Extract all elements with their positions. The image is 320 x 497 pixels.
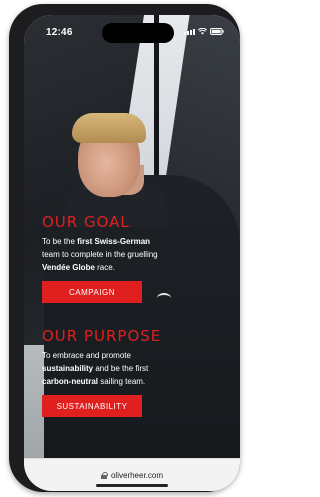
url-bar[interactable]: oliverheer.com <box>24 458 240 491</box>
goal-section: OUR GOAL To be the first Swiss-German te… <box>42 215 192 303</box>
battery-icon <box>210 28 224 35</box>
wifi-icon <box>198 28 207 35</box>
campaign-button[interactable]: CAMPAIGN <box>42 281 142 303</box>
sustainability-button[interactable]: SUSTAINABILITY <box>42 395 142 417</box>
purpose-description: To embrace and promote sustainability an… <box>42 351 149 386</box>
signal-icon <box>184 29 195 35</box>
url-text: oliverheer.com <box>110 470 164 480</box>
goal-description: To be the first Swiss-German team to com… <box>42 237 158 272</box>
status-bar: 12:46 <box>24 15 240 49</box>
dynamic-island <box>102 23 174 43</box>
screen: 12:46 OUR GOAL To be the first Swiss-Ger… <box>24 15 240 491</box>
lock-icon <box>100 471 108 479</box>
phone-frame: 12:46 OUR GOAL To be the first Swiss-Ger… <box>9 4 240 492</box>
goal-heading: OUR GOAL <box>42 213 130 231</box>
status-time: 12:46 <box>46 27 73 38</box>
purpose-section: OUR PURPOSE To embrace and promote susta… <box>42 329 192 417</box>
status-icons <box>184 28 224 35</box>
purpose-heading: OUR PURPOSE <box>42 327 162 345</box>
home-indicator[interactable] <box>96 484 168 487</box>
